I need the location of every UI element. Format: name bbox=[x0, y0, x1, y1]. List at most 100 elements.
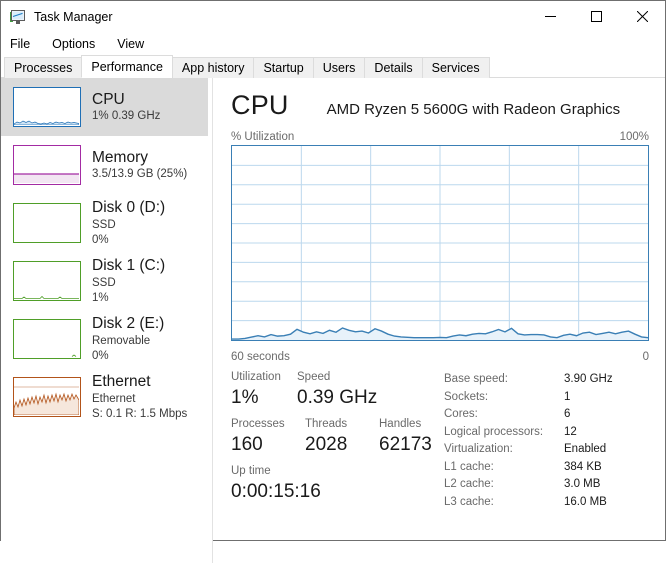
stat-label: Threads bbox=[305, 418, 348, 430]
stat-label: Speed bbox=[297, 371, 331, 383]
menu-bar: File Options View bbox=[1, 32, 665, 55]
window-controls bbox=[527, 1, 665, 32]
stats-left-column: Utilization 1% Speed 0.39 GHz Processes … bbox=[231, 369, 444, 511]
menu-item-file[interactable]: File bbox=[10, 37, 30, 51]
sidebar-item-cpu[interactable]: CPU 1% 0.39 GHz bbox=[1, 78, 208, 136]
minimize-button[interactable] bbox=[527, 1, 573, 32]
stat-value: 2028 bbox=[305, 434, 348, 455]
sidebar-item-title: CPU bbox=[92, 90, 125, 108]
close-button[interactable] bbox=[619, 1, 665, 32]
sidebar-item-ethernet[interactable]: Ethernet Ethernet S: 0.1 R: 1.5 Mbps bbox=[1, 368, 212, 426]
tab-strip: Processes Performance App history Startu… bbox=[1, 55, 665, 78]
spec-value: 3.0 MB bbox=[564, 478, 601, 490]
stat-label: Up time bbox=[231, 465, 271, 477]
title-bar: Task Manager bbox=[1, 1, 665, 32]
spec-key: Cores: bbox=[444, 408, 478, 420]
spec-value: 16.0 MB bbox=[564, 495, 607, 508]
spec-value: 384 KB bbox=[564, 460, 602, 473]
sidebar-item-title: Disk 2 (E:) bbox=[92, 315, 165, 333]
sidebar-item-sub2: S: 0.1 R: 1.5 Mbps bbox=[92, 407, 188, 420]
menu-item-options[interactable]: Options bbox=[52, 37, 95, 51]
tab-performance[interactable]: Performance bbox=[81, 55, 173, 78]
stat-speed: Speed 0.39 GHz bbox=[297, 369, 378, 411]
graph-time-labels: 60 seconds 0 bbox=[231, 351, 649, 363]
stat-value: 0:00:15:16 bbox=[231, 481, 321, 502]
graph-time-end: 0 bbox=[642, 351, 649, 363]
spec-row: L2 cache: 3.0 MB bbox=[444, 476, 649, 494]
stats-area: Utilization 1% Speed 0.39 GHz Processes … bbox=[231, 369, 649, 511]
sidebar-item-sub1: SSD bbox=[92, 218, 116, 231]
resource-sidebar[interactable]: CPU 1% 0.39 GHz Memory 3.5/13.9 GB (25%) bbox=[1, 78, 213, 563]
cpu-detail-panel: CPU AMD Ryzen 5 5600G with Radeon Graphi… bbox=[213, 78, 665, 563]
cpu-utilization-graph bbox=[231, 145, 649, 341]
stats-row-2: Processes 160 Threads 2028 Handles 62173 bbox=[231, 416, 444, 458]
stat-utilization: Utilization 1% bbox=[231, 369, 297, 411]
graph-y-label: % Utilization bbox=[231, 131, 295, 143]
tab-users[interactable]: Users bbox=[312, 57, 366, 78]
graph-axis-labels: % Utilization 100% bbox=[231, 131, 649, 143]
stat-label: Processes bbox=[231, 418, 285, 430]
memory-thumbnail-graph bbox=[13, 145, 81, 185]
sidebar-item-text: Memory 3.5/13.9 GB (25%) bbox=[92, 149, 187, 181]
spec-key: Virtualization: bbox=[444, 443, 513, 455]
spec-value: 6 bbox=[564, 408, 571, 420]
stat-handles: Handles 62173 bbox=[379, 416, 453, 458]
sidebar-item-sub1: SSD bbox=[92, 276, 116, 289]
graph-time-start: 60 seconds bbox=[231, 351, 290, 363]
tab-services[interactable]: Services bbox=[421, 57, 490, 78]
sidebar-item-text: Disk 0 (D:) SSD 0% bbox=[92, 199, 165, 246]
sidebar-item-disk-1[interactable]: Disk 1 (C:) SSD 1% bbox=[1, 252, 212, 310]
sidebar-item-text: CPU 1% 0.39 GHz bbox=[92, 91, 160, 123]
stat-processes: Processes 160 bbox=[231, 416, 305, 458]
task-manager-window: Task Manager File Options View Processes… bbox=[0, 0, 666, 563]
spec-value: 1 bbox=[564, 390, 571, 403]
sidebar-item-title: Ethernet bbox=[92, 373, 151, 391]
sidebar-item-disk-0[interactable]: Disk 0 (D:) SSD 0% bbox=[1, 194, 212, 252]
disk-1-thumbnail-graph bbox=[13, 261, 81, 301]
stat-threads: Threads 2028 bbox=[305, 416, 379, 458]
sidebar-item-disk-2[interactable]: Disk 2 (E:) Removable 0% bbox=[1, 310, 212, 368]
spec-row: Sockets: 1 bbox=[444, 389, 649, 407]
tab-details[interactable]: Details bbox=[364, 57, 423, 78]
cpu-chart-svg bbox=[232, 146, 648, 340]
tab-processes[interactable]: Processes bbox=[4, 57, 83, 78]
menu-item-view[interactable]: View bbox=[117, 37, 144, 51]
page-title: CPU bbox=[231, 90, 289, 120]
tab-startup[interactable]: Startup bbox=[253, 57, 314, 78]
sidebar-item-title: Disk 0 (D:) bbox=[92, 199, 166, 217]
spec-value: 12 bbox=[564, 425, 577, 438]
stat-label: Handles bbox=[379, 418, 422, 430]
stat-uptime: Up time 0:00:15:16 bbox=[231, 463, 444, 505]
spec-key: L1 cache: bbox=[444, 460, 494, 473]
sidebar-item-sub1: Ethernet bbox=[92, 392, 136, 405]
sidebar-item-sub1: Removable bbox=[92, 334, 151, 347]
content-area: CPU 1% 0.39 GHz Memory 3.5/13.9 GB (25%) bbox=[1, 78, 665, 563]
cpu-specs-list: Base speed: 3.90 GHz Sockets: 1 Cores: 6… bbox=[444, 369, 649, 511]
sidebar-item-text: Disk 2 (E:) Removable 0% bbox=[92, 315, 164, 362]
cpu-thumbnail-graph bbox=[13, 87, 81, 127]
maximize-button[interactable] bbox=[573, 1, 619, 32]
spec-row: Virtualization: Enabled bbox=[444, 441, 649, 459]
sidebar-item-memory[interactable]: Memory 3.5/13.9 GB (25%) bbox=[1, 136, 212, 194]
task-manager-icon bbox=[10, 9, 26, 25]
stat-value: 0.39 GHz bbox=[297, 387, 378, 408]
disk-0-thumbnail-graph bbox=[13, 203, 81, 243]
tab-app-history[interactable]: App history bbox=[171, 57, 255, 78]
sidebar-item-sub1: 1% 0.39 GHz bbox=[92, 110, 161, 123]
spec-key: Base speed: bbox=[444, 373, 508, 385]
disk-2-thumbnail-graph bbox=[13, 319, 81, 359]
sidebar-item-text: Ethernet Ethernet S: 0.1 R: 1.5 Mbps bbox=[92, 373, 187, 420]
sidebar-item-title: Memory bbox=[92, 148, 148, 166]
sidebar-item-text: Disk 1 (C:) SSD 1% bbox=[92, 257, 165, 304]
spec-key: Logical processors: bbox=[444, 425, 544, 438]
stat-value: 160 bbox=[231, 434, 263, 455]
spec-row: Cores: 6 bbox=[444, 406, 649, 424]
spec-row: Logical processors: 12 bbox=[444, 424, 649, 442]
sidebar-item-sub2: 0% bbox=[92, 233, 109, 246]
spec-row: L1 cache: 384 KB bbox=[444, 459, 649, 477]
sidebar-item-title: Disk 1 (C:) bbox=[92, 257, 166, 275]
stat-label: Utilization bbox=[231, 371, 281, 383]
spec-key: L3 cache: bbox=[444, 495, 494, 508]
sidebar-item-sub2: 0% bbox=[92, 349, 109, 362]
stat-value: 1% bbox=[231, 387, 259, 408]
